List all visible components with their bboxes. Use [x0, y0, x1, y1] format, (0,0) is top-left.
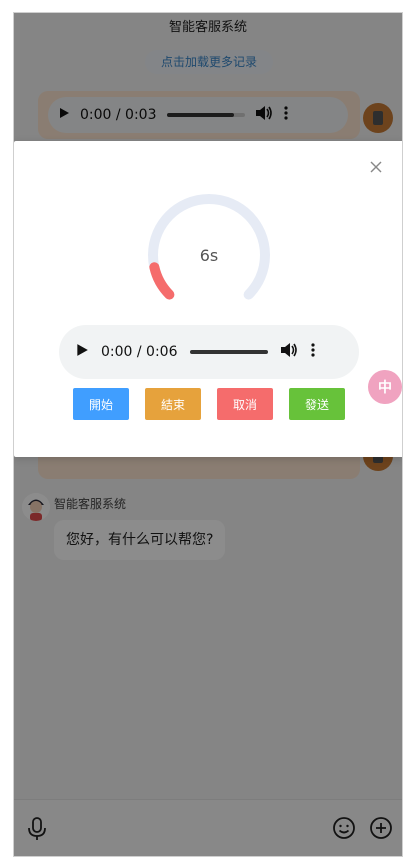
voice-recorder-modal: 6s 0:00 / 0:06 開始 結束 取消 發送: [14, 141, 402, 457]
audio-time: 0:00 / 0:06: [101, 344, 178, 360]
recording-timer: 6s: [199, 245, 219, 265]
recorded-audio-player[interactable]: 0:00 / 0:06: [59, 325, 359, 379]
app-frame: 智能客服系统 点击加载更多记录 0:00 / 0:03 智能客服系统 您好，有什…: [13, 12, 403, 857]
recorder-button-row: 開始 結束 取消 發送: [73, 388, 345, 420]
close-icon[interactable]: [368, 159, 384, 175]
start-button[interactable]: 開始: [73, 388, 129, 420]
audio-progress-bar[interactable]: [189, 350, 268, 354]
volume-icon[interactable]: [280, 342, 298, 362]
more-icon[interactable]: [310, 342, 316, 362]
language-toggle-badge[interactable]: 中: [368, 370, 402, 404]
play-icon[interactable]: [75, 343, 89, 361]
send-button[interactable]: 發送: [289, 388, 345, 420]
stop-button[interactable]: 結束: [145, 388, 201, 420]
cancel-button[interactable]: 取消: [217, 388, 273, 420]
